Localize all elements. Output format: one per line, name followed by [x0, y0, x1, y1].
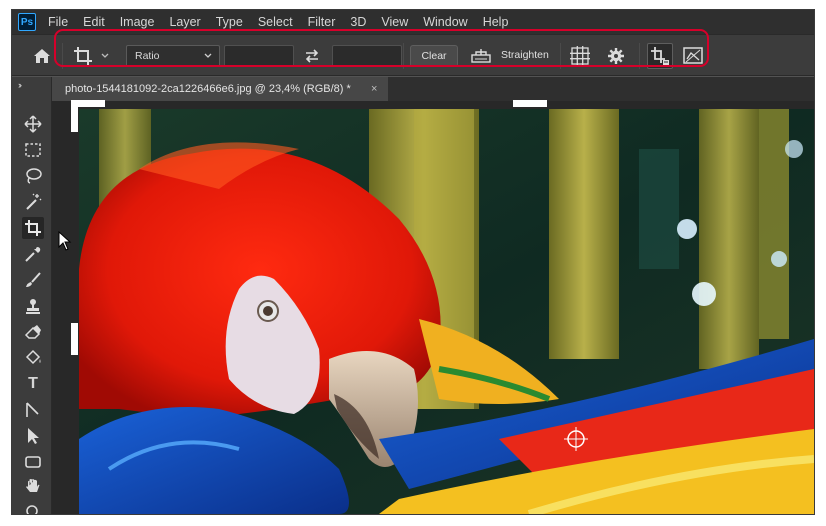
swap-icon	[305, 49, 319, 63]
straighten-button[interactable]	[470, 46, 492, 66]
menu-image[interactable]: Image	[120, 15, 155, 29]
move-icon	[24, 115, 42, 133]
hand-icon	[26, 479, 40, 492]
menu-edit[interactable]: Edit	[83, 15, 105, 29]
delete-cropped-pixels-toggle[interactable]	[647, 43, 673, 69]
delete-cropped-pixels-icon	[651, 47, 669, 66]
menu-filter[interactable]: Filter	[308, 15, 336, 29]
eyedropper-tool[interactable]	[22, 243, 44, 265]
stamp-icon	[26, 299, 40, 314]
marquee-icon	[25, 143, 41, 157]
home-button[interactable]	[32, 46, 52, 66]
type-icon: T	[28, 375, 38, 392]
home-icon	[34, 49, 50, 63]
crop-settings-button[interactable]	[605, 45, 627, 67]
options-separator	[62, 43, 63, 69]
canvas-area[interactable]	[52, 100, 814, 514]
width-field[interactable]	[224, 45, 294, 67]
pen-tool[interactable]	[22, 399, 44, 421]
photo-canvas[interactable]	[79, 109, 814, 514]
document-tab-title: photo-1544181092-2ca1226466e6.jpg @ 23,4…	[65, 83, 351, 95]
document-tab-bar: photo-1544181092-2ca1226466e6.jpg @ 23,4…	[52, 77, 814, 101]
menu-file[interactable]: File	[48, 15, 68, 29]
menu-type[interactable]: Type	[216, 15, 243, 29]
gear-icon	[608, 48, 624, 64]
chevron-down-icon	[101, 53, 109, 58]
eraser-icon	[24, 325, 41, 339]
crop-handle-top-left-vertical[interactable]	[71, 100, 78, 132]
brush-icon	[26, 272, 41, 287]
menu-window[interactable]: Window	[423, 15, 467, 29]
options-bar: Ratio Clear Straighten	[12, 34, 814, 76]
menu-select[interactable]: Select	[258, 15, 293, 29]
hand-tool[interactable]	[22, 475, 44, 497]
swap-dimensions-button[interactable]	[303, 46, 321, 66]
menu-bar: Ps File Edit Image Layer Type Select Fil…	[12, 10, 814, 34]
path-selection-icon	[28, 428, 39, 444]
eyedropper-icon	[25, 247, 41, 262]
zoom-tool[interactable]	[22, 501, 44, 514]
crop-tool[interactable]	[22, 217, 44, 239]
magic-wand-tool[interactable]	[22, 191, 44, 213]
move-tool[interactable]	[22, 113, 44, 135]
brush-tool[interactable]	[22, 269, 44, 291]
path-selection-tool[interactable]	[22, 425, 44, 447]
pen-icon	[26, 402, 39, 417]
eraser-tool[interactable]	[22, 321, 44, 343]
ratio-value: Ratio	[135, 50, 160, 62]
crop-icon	[74, 47, 92, 65]
crop-tool-icon	[25, 220, 41, 236]
content-aware-icon	[683, 47, 703, 64]
magic-wand-icon	[26, 193, 42, 210]
grid-overlay-icon	[570, 46, 590, 66]
crop-preset-picker[interactable]	[72, 45, 112, 67]
marquee-tool[interactable]	[22, 139, 44, 161]
menu-3d[interactable]: 3D	[350, 15, 366, 29]
tools-panel: ›› T	[12, 77, 52, 514]
clone-stamp-tool[interactable]	[22, 295, 44, 317]
crop-handle-top-center[interactable]	[513, 100, 547, 107]
menu-help[interactable]: Help	[483, 15, 509, 29]
zoom-icon	[26, 505, 38, 514]
type-tool[interactable]: T	[22, 373, 44, 395]
straighten-icon	[471, 49, 491, 63]
lasso-icon	[26, 168, 42, 184]
content-aware-toggle[interactable]	[681, 44, 705, 68]
options-separator	[560, 43, 561, 69]
menu-view[interactable]: View	[381, 15, 408, 29]
menu-layer[interactable]: Layer	[169, 15, 200, 29]
options-separator	[403, 43, 404, 69]
lasso-tool[interactable]	[22, 165, 44, 187]
ps-logo: Ps	[18, 13, 36, 31]
options-separator	[639, 43, 640, 69]
ratio-dropdown[interactable]: Ratio	[126, 45, 220, 67]
chevron-down-icon	[204, 53, 212, 58]
clear-button[interactable]: Clear	[410, 45, 458, 67]
overlay-options-button[interactable]	[569, 45, 591, 67]
height-field[interactable]	[332, 45, 402, 67]
collapse-toolbar[interactable]: ››	[18, 80, 22, 90]
mouse-pointer-icon	[58, 231, 72, 251]
photoshop-window: Ps File Edit Image Layer Type Select Fil…	[12, 10, 814, 514]
straighten-label[interactable]: Straighten	[501, 49, 549, 61]
paint-bucket-icon	[25, 349, 41, 365]
parrot-photo	[79, 109, 814, 514]
rectangle-icon	[25, 456, 41, 468]
rectangle-tool[interactable]	[22, 451, 44, 473]
paint-bucket-tool[interactable]	[22, 347, 44, 369]
document-tab[interactable]: photo-1544181092-2ca1226466e6.jpg @ 23,4…	[52, 77, 388, 101]
close-tab-button[interactable]: ×	[371, 77, 377, 101]
crop-handle-left-center[interactable]	[71, 323, 78, 355]
